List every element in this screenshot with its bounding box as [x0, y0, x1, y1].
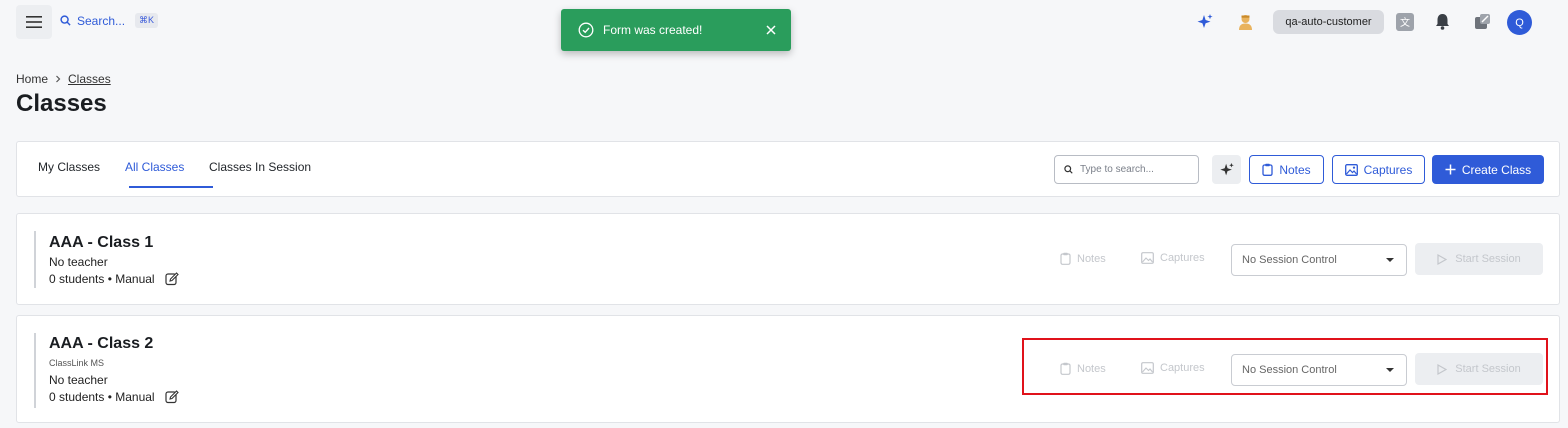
avatar-initial: Q — [1515, 16, 1524, 29]
svg-text:文: 文 — [1400, 16, 1410, 29]
session-control-value: No Session Control — [1242, 254, 1337, 266]
ai-assist-button[interactable] — [1212, 155, 1241, 184]
active-tab-indicator — [129, 186, 213, 188]
tab-my-classes[interactable]: My Classes — [38, 160, 100, 174]
tabs-toolbar: My Classes All Classes Classes In Sessio… — [16, 141, 1560, 197]
breadcrumb-home[interactable]: Home — [16, 72, 48, 86]
session-control-select[interactable]: No Session Control — [1231, 244, 1407, 276]
card-accent-bar — [34, 333, 36, 408]
success-toast: Form was created! — [561, 9, 791, 51]
highlight-annotation-box — [1022, 338, 1548, 395]
class-teacher: No teacher — [49, 255, 108, 269]
clipboard-icon — [1060, 252, 1071, 265]
agent-avatar-icon[interactable] — [1237, 13, 1254, 31]
start-session-label: Start Session — [1455, 253, 1521, 265]
notes-label: Notes — [1279, 162, 1311, 177]
edit-icon[interactable] — [165, 272, 179, 286]
top-bar: Search... ⌘K Form was created! qa-auto-c… — [0, 0, 1568, 51]
breadcrumb: Home Classes — [16, 72, 111, 86]
class-meta: 0 students • Manual — [49, 390, 155, 404]
plus-icon — [1445, 164, 1456, 175]
class-title[interactable]: AAA - Class 1 — [49, 234, 153, 252]
user-menu[interactable]: qa-auto-customer — [1273, 10, 1384, 34]
class-meta-row: 0 students • Manual — [49, 272, 179, 286]
bell-icon[interactable] — [1435, 13, 1450, 30]
page-title: Classes — [16, 90, 107, 117]
caret-down-icon — [1386, 258, 1394, 262]
class-source: ClassLink MS — [49, 358, 105, 368]
user-name: qa-auto-customer — [1285, 16, 1372, 28]
create-class-label: Create Class — [1461, 162, 1532, 177]
edit-icon[interactable] — [165, 390, 179, 404]
class-teacher: No teacher — [49, 373, 108, 387]
global-search-label: Search... — [77, 13, 126, 28]
chevron-right-icon — [56, 75, 61, 83]
captures-button-disabled[interactable]: Captures — [1141, 252, 1205, 264]
play-icon — [1437, 253, 1448, 265]
search-placeholder: Type to search... — [1080, 164, 1154, 175]
tab-classes-in-session[interactable]: Classes In Session — [209, 160, 311, 174]
class-meta: 0 students • Manual — [49, 272, 155, 286]
search-icon — [1064, 165, 1073, 174]
search-icon — [60, 15, 71, 26]
sparkles-icon[interactable] — [1196, 13, 1214, 31]
notes-button-disabled[interactable]: Notes — [1060, 252, 1106, 265]
external-window-icon[interactable] — [1474, 13, 1491, 30]
close-icon[interactable] — [766, 25, 776, 35]
class-title[interactable]: AAA - Class 2 — [49, 335, 153, 353]
global-search-button[interactable]: Search... ⌘K — [60, 13, 159, 28]
translate-icon[interactable]: 文 — [1396, 13, 1414, 31]
class-meta-row: 0 students • Manual — [49, 390, 179, 404]
search-shortcut: ⌘K — [135, 13, 159, 28]
notes-button[interactable]: Notes — [1249, 155, 1324, 184]
breadcrumb-current[interactable]: Classes — [68, 72, 111, 86]
image-icon — [1344, 163, 1358, 176]
clipboard-icon — [1262, 163, 1273, 176]
menu-button[interactable] — [16, 5, 52, 39]
toast-message: Form was created! — [603, 23, 703, 37]
class-search-input[interactable]: Type to search... — [1054, 155, 1199, 184]
captures-label: Captures — [1160, 252, 1205, 264]
class-card[interactable]: AAA - Class 1 No teacher 0 students • Ma… — [16, 213, 1560, 305]
tab-all-classes[interactable]: All Classes — [125, 160, 184, 174]
captures-label: Captures — [1363, 162, 1413, 177]
card-accent-bar — [34, 231, 36, 288]
sparkles-icon — [1219, 162, 1234, 175]
user-avatar[interactable]: Q — [1507, 10, 1532, 35]
hamburger-icon — [26, 16, 42, 28]
create-class-button[interactable]: Create Class — [1432, 155, 1544, 184]
image-icon — [1141, 252, 1154, 264]
start-session-button[interactable]: Start Session — [1415, 243, 1543, 275]
captures-button[interactable]: Captures — [1332, 155, 1425, 184]
notes-label: Notes — [1077, 252, 1106, 265]
check-circle-icon — [578, 22, 594, 38]
